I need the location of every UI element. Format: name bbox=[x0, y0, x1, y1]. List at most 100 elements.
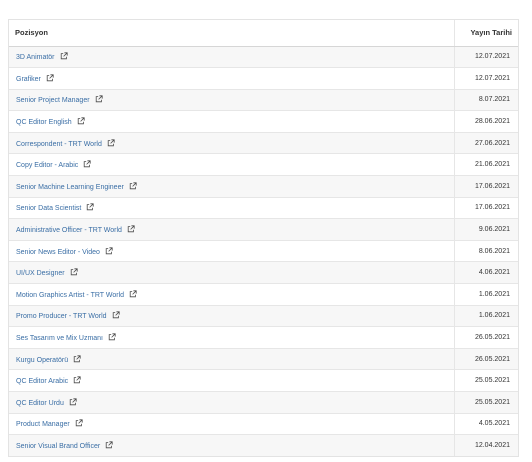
position-cell: UI/UX Designer bbox=[9, 261, 454, 284]
position-link[interactable]: QC Editor English bbox=[16, 119, 72, 126]
table-row: Kurgu Operatörü 26.05.2021 bbox=[9, 347, 518, 370]
table-row: 3D Animatör 12.07.2021 bbox=[9, 45, 518, 68]
publish-date-cell: 4.05.2021 bbox=[453, 412, 518, 435]
position-cell: Motion Graphics Artist - TRT World bbox=[9, 283, 454, 306]
position-link[interactable]: 3D Animatör bbox=[16, 54, 55, 61]
position-cell: QC Editor English bbox=[9, 110, 454, 133]
date-column-header[interactable]: Yayın Tarihi bbox=[453, 20, 518, 47]
table-row: Senior Data Scientist 17.06.2021 bbox=[9, 196, 518, 219]
external-link-icon[interactable] bbox=[105, 441, 113, 449]
table-row: UI/UX Designer 4.06.2021 bbox=[9, 261, 518, 284]
position-link[interactable]: Motion Graphics Artist - TRT World bbox=[16, 292, 124, 299]
table-row: Promo Producer - TRT World 1.06.2021 bbox=[9, 304, 518, 327]
position-cell: 3D Animatör bbox=[9, 45, 454, 68]
table-row: Copy Editor - Arabic 21.06.2021 bbox=[9, 153, 518, 176]
position-link[interactable]: Senior Visual Brand Officer bbox=[16, 443, 100, 450]
table-row: Administrative Officer - TRT World 9.06.2… bbox=[9, 218, 518, 241]
position-cell: Promo Producer - TRT World bbox=[9, 304, 454, 327]
position-cell: QC Editor Arabic bbox=[9, 369, 454, 392]
position-cell: Senior Visual Brand Officer bbox=[9, 434, 454, 457]
position-link[interactable]: QC Editor Urdu bbox=[16, 400, 64, 407]
position-cell: Ses Tasarım ve Mix Uzmanı bbox=[9, 326, 454, 349]
position-link[interactable]: Grafiker bbox=[16, 76, 41, 83]
job-listings-body: 3D Animatör 12.07.2021 Grafiker 12.07.2021 S… bbox=[9, 45, 518, 457]
position-link[interactable]: Kurgu Operatörü bbox=[16, 357, 68, 364]
table-row: Senior Machine Learning Engineer 17.06.20… bbox=[9, 175, 518, 198]
position-column-header[interactable]: Pozisyon bbox=[9, 20, 454, 47]
publish-date-cell: 25.05.2021 bbox=[453, 391, 518, 414]
job-listings-table: Pozisyon Yayın Tarihi 3D Animatör 12.07.2… bbox=[9, 20, 518, 457]
publish-date-cell: 26.05.2021 bbox=[453, 347, 518, 370]
table-row: Senior Project Manager 8.07.2021 bbox=[9, 88, 518, 111]
position-link[interactable]: QC Editor Arabic bbox=[16, 378, 68, 385]
external-link-icon[interactable] bbox=[112, 311, 120, 319]
external-link-icon[interactable] bbox=[127, 225, 135, 233]
job-listings-panel: Pozisyon Yayın Tarihi 3D Animatör 12.07.2… bbox=[8, 19, 519, 457]
position-link[interactable]: Correspondent - TRT World bbox=[16, 141, 102, 148]
publish-date-cell: 1.06.2021 bbox=[453, 304, 518, 327]
external-link-icon[interactable] bbox=[60, 52, 68, 60]
position-link[interactable]: Senior Project Manager bbox=[16, 97, 90, 104]
position-cell: Administrative Officer - TRT World bbox=[9, 218, 454, 241]
position-link[interactable]: Ses Tasarım ve Mix Uzmanı bbox=[16, 335, 103, 342]
external-link-icon[interactable] bbox=[70, 268, 78, 276]
table-row: Motion Graphics Artist - TRT World 1.06.2… bbox=[9, 283, 518, 306]
publish-date-cell: 21.06.2021 bbox=[453, 153, 518, 176]
position-link[interactable]: Senior Data Scientist bbox=[16, 205, 81, 212]
table-row: QC Editor Arabic 25.05.2021 bbox=[9, 369, 518, 392]
table-row: Grafiker 12.07.2021 bbox=[9, 67, 518, 90]
publish-date-cell: 28.06.2021 bbox=[453, 110, 518, 133]
external-link-icon[interactable] bbox=[129, 290, 137, 298]
external-link-icon[interactable] bbox=[108, 333, 116, 341]
external-link-icon[interactable] bbox=[75, 419, 83, 427]
position-cell: Senior Machine Learning Engineer bbox=[9, 175, 454, 198]
position-cell: Senior News Editor - Video bbox=[9, 239, 454, 262]
table-row: Ses Tasarım ve Mix Uzmanı 26.05.2021 bbox=[9, 326, 518, 349]
publish-date-cell: 8.06.2021 bbox=[453, 239, 518, 262]
position-cell: QC Editor Urdu bbox=[9, 391, 454, 414]
table-row: Senior Visual Brand Officer 12.04.2021 bbox=[9, 434, 518, 457]
publish-date-cell: 12.07.2021 bbox=[453, 45, 518, 68]
external-link-icon[interactable] bbox=[83, 160, 91, 168]
publish-date-cell: 12.07.2021 bbox=[453, 67, 518, 90]
external-link-icon[interactable] bbox=[107, 139, 115, 147]
position-link[interactable]: Copy Editor - Arabic bbox=[16, 162, 78, 169]
position-link[interactable]: Promo Producer - TRT World bbox=[16, 313, 107, 320]
table-row: QC Editor English 28.06.2021 bbox=[9, 110, 518, 133]
external-link-icon[interactable] bbox=[73, 376, 81, 384]
publish-date-cell: 25.05.2021 bbox=[453, 369, 518, 392]
position-cell: Grafiker bbox=[9, 67, 454, 90]
position-link[interactable]: Senior Machine Learning Engineer bbox=[16, 184, 124, 191]
external-link-icon[interactable] bbox=[69, 398, 77, 406]
publish-date-cell: 17.06.2021 bbox=[453, 175, 518, 198]
external-link-icon[interactable] bbox=[86, 203, 94, 211]
publish-date-cell: 4.06.2021 bbox=[453, 261, 518, 284]
external-link-icon[interactable] bbox=[73, 355, 81, 363]
table-row: Senior News Editor - Video 8.06.2021 bbox=[9, 239, 518, 262]
publish-date-cell: 9.06.2021 bbox=[453, 218, 518, 241]
position-cell: Senior Data Scientist bbox=[9, 196, 454, 219]
external-link-icon[interactable] bbox=[46, 74, 54, 82]
publish-date-cell: 26.05.2021 bbox=[453, 326, 518, 349]
publish-date-cell: 27.06.2021 bbox=[453, 131, 518, 154]
position-link[interactable]: Senior News Editor - Video bbox=[16, 249, 100, 256]
position-cell: Correspondent - TRT World bbox=[9, 131, 454, 154]
external-link-icon[interactable] bbox=[105, 247, 113, 255]
external-link-icon[interactable] bbox=[129, 182, 137, 190]
publish-date-cell: 1.06.2021 bbox=[453, 283, 518, 306]
table-row: QC Editor Urdu 25.05.2021 bbox=[9, 391, 518, 414]
publish-date-cell: 17.06.2021 bbox=[453, 196, 518, 219]
position-cell: Kurgu Operatörü bbox=[9, 347, 454, 370]
table-row: Correspondent - TRT World 27.06.2021 bbox=[9, 131, 518, 154]
position-cell: Senior Project Manager bbox=[9, 88, 454, 111]
position-link[interactable]: UI/UX Designer bbox=[16, 270, 65, 277]
position-cell: Product Manager bbox=[9, 412, 454, 435]
position-link[interactable]: Product Manager bbox=[16, 421, 70, 428]
external-link-icon[interactable] bbox=[77, 117, 85, 125]
table-row: Product Manager 4.05.2021 bbox=[9, 412, 518, 435]
position-link[interactable]: Administrative Officer - TRT World bbox=[16, 227, 122, 234]
external-link-icon[interactable] bbox=[95, 95, 103, 103]
publish-date-cell: 12.04.2021 bbox=[453, 434, 518, 457]
table-header-row: Pozisyon Yayın Tarihi bbox=[9, 20, 518, 47]
publish-date-cell: 8.07.2021 bbox=[453, 88, 518, 111]
